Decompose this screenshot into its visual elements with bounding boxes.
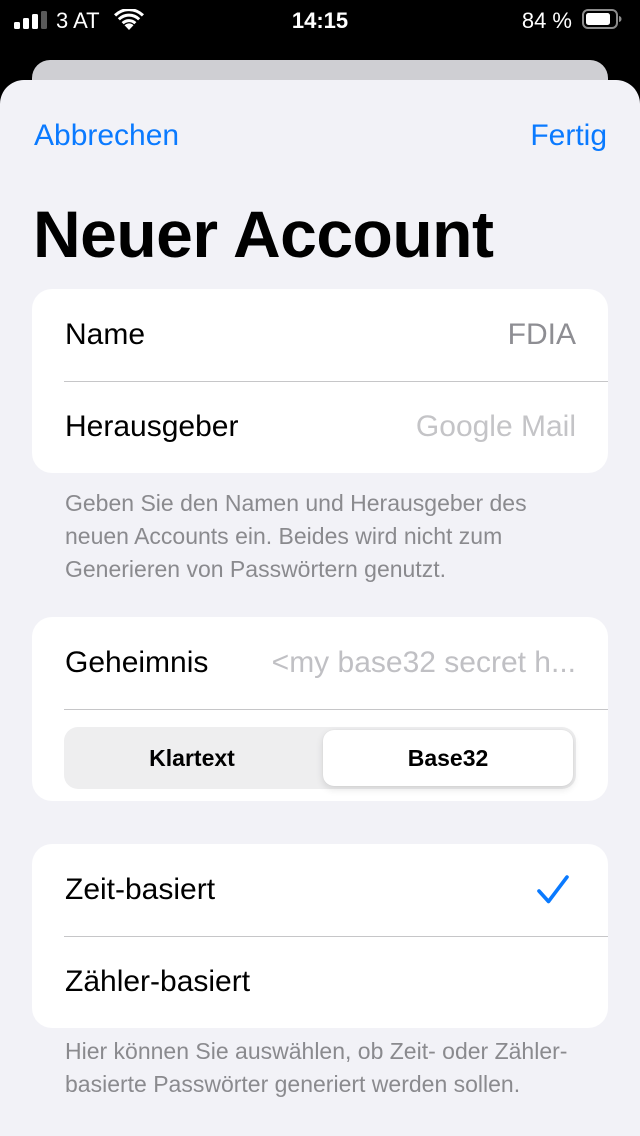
account-info-group: Name FDIA Herausgeber Google Mail xyxy=(32,289,608,473)
issuer-field[interactable]: Google Mail xyxy=(416,381,576,473)
status-bar: 3 AT 14:15 84 % xyxy=(0,0,640,44)
account-footnote: Geben Sie den Namen und Herausgeber des … xyxy=(65,490,527,582)
secret-label: Geheimnis xyxy=(65,646,209,679)
otp-type-footnote: Hier können Sie auswählen, ob Zeit- oder… xyxy=(65,1038,568,1097)
counter-based-row[interactable]: Zähler-basiert xyxy=(32,936,608,1028)
encoding-segmented-control: Klartext Base32 xyxy=(64,727,576,789)
done-button[interactable]: Fertig xyxy=(530,118,607,154)
issuer-label: Herausgeber xyxy=(65,410,239,443)
secret-group: Geheimnis <my base32 secret h... Klartex… xyxy=(32,617,608,801)
name-label: Name xyxy=(65,318,146,351)
page-title: Neuer Account xyxy=(33,197,494,271)
name-row[interactable]: Name FDIA xyxy=(32,289,608,381)
cancel-button[interactable]: Abbrechen xyxy=(34,118,179,154)
segment-plaintext[interactable]: Klartext xyxy=(67,730,317,786)
battery-percentage: 84 % xyxy=(521,8,572,33)
time-based-label: Zeit-basiert xyxy=(65,873,216,906)
name-field[interactable]: FDIA xyxy=(508,289,576,381)
segment-base32[interactable]: Base32 xyxy=(323,730,573,786)
time-based-row[interactable]: Zeit-basiert xyxy=(32,844,608,936)
checkmark-icon xyxy=(537,875,569,904)
secret-row[interactable]: Geheimnis <my base32 secret h... xyxy=(32,617,608,709)
new-account-sheet: Abbrechen Fertig Neuer Account Name FDIA… xyxy=(0,80,640,1136)
encoding-segment-row: Klartext Base32 xyxy=(32,709,608,801)
counter-based-label: Zähler-basiert xyxy=(65,965,251,998)
battery-icon xyxy=(582,9,622,29)
secret-field[interactable]: <my base32 secret h... xyxy=(244,617,576,709)
otp-type-group: Zeit-basiert Zähler-basiert xyxy=(32,844,608,1028)
issuer-row[interactable]: Herausgeber Google Mail xyxy=(32,381,608,473)
